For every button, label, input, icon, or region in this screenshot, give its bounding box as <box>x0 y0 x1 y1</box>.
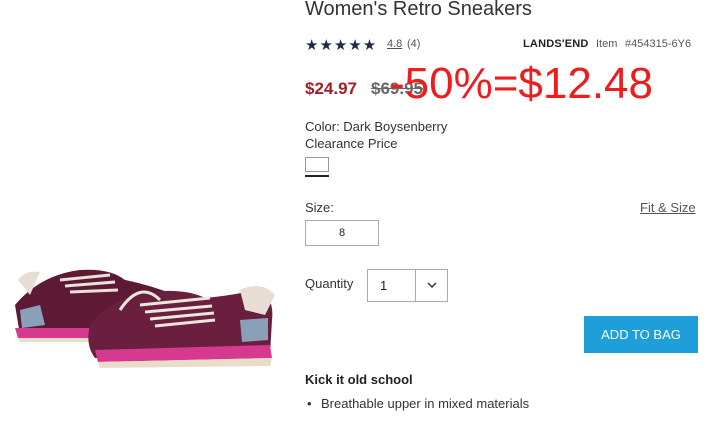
product-image <box>15 269 275 368</box>
product-title: Women's Retro Sneakers <box>305 0 532 20</box>
size-option-selected[interactable]: 8 <box>305 220 379 246</box>
rating-value-link[interactable]: 4.8 <box>387 38 402 50</box>
fit-size-link[interactable]: Fit & Size <box>640 200 696 215</box>
size-label: Size: <box>305 200 334 215</box>
brand-logo: LANDS'END <box>523 38 589 50</box>
quantity-label: Quantity <box>305 276 354 291</box>
discount-annotation: -50%=$12.48 <box>390 59 653 108</box>
quantity-divider <box>415 270 416 301</box>
description-bullet: Breathable upper in mixed materials <box>321 396 530 411</box>
swatch-selected-indicator <box>305 175 329 177</box>
item-label: Item <box>596 38 618 50</box>
color-swatch[interactable] <box>305 157 329 172</box>
rating-stars-icon[interactable]: ★★★★★ <box>305 36 377 54</box>
quantity-value: 1 <box>380 278 388 293</box>
bullet-icon: • <box>307 396 312 411</box>
description-heading: Kick it old school <box>305 372 413 387</box>
quantity-select[interactable]: 1 <box>367 269 448 302</box>
clearance-price-note: Clearance Price <box>305 136 398 151</box>
chevron-down-icon[interactable] <box>426 279 438 291</box>
add-to-bag-button[interactable]: ADD TO BAG <box>584 316 698 353</box>
item-number: #454315-6Y6 <box>625 38 692 50</box>
sale-price: $24.97 <box>305 79 357 98</box>
rating-count: (4) <box>407 38 421 50</box>
color-label: Color: Dark Boysenberry <box>305 119 448 134</box>
